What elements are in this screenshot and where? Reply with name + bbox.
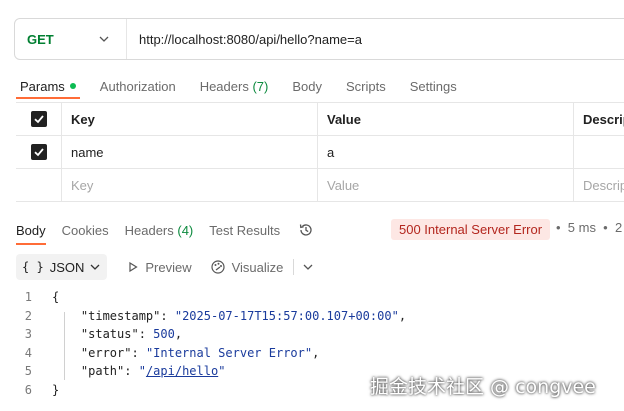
tab-body[interactable]: Body <box>292 79 322 94</box>
tab-headers-count: (7) <box>252 78 269 94</box>
new-param-description-input[interactable]: Descrip <box>574 169 624 201</box>
response-body-editor[interactable]: 1{ 2 "timestamp": "2025-07-17T15:57:00.1… <box>16 288 406 399</box>
braces-icon: { } <box>22 260 44 274</box>
json-path-link[interactable]: /api/hello <box>146 364 218 378</box>
json-quote: " <box>218 364 226 379</box>
tab-settings[interactable]: Settings <box>410 79 457 94</box>
json-value: 500 <box>153 327 175 342</box>
line-number: 5 <box>24 364 32 379</box>
tab-authorization[interactable]: Authorization <box>100 79 176 94</box>
column-header-description: Descrip <box>583 111 624 127</box>
format-select[interactable]: { } JSON <box>16 254 108 280</box>
params-header-row: Key Value Descrip <box>16 103 624 136</box>
url-input[interactable]: http://localhost:8080/api/hello?name=a <box>127 32 362 47</box>
param-key-field[interactable]: name <box>62 136 318 168</box>
json-value: "Internal Server Error" <box>145 345 313 360</box>
line-number: 1 <box>24 290 32 305</box>
tab-headers[interactable]: Headers (7) <box>200 79 269 94</box>
code-line: 4 "error": "Internal Server Error", <box>16 344 406 363</box>
json-key: "error" <box>80 345 132 360</box>
new-param-check-cell <box>16 169 62 201</box>
column-header-key: Key <box>62 103 318 135</box>
response-toolbar: { } JSON Preview Visualize <box>16 254 314 280</box>
chevron-down-icon[interactable] <box>302 261 314 273</box>
param-row: name a <box>16 136 624 169</box>
history-icon[interactable] <box>298 222 314 238</box>
param-new-row: Key Value Descrip <box>16 169 624 202</box>
method-select[interactable]: GET <box>15 19 127 59</box>
response-tab-headers[interactable]: Headers (4) <box>125 223 194 238</box>
json-key: "path" <box>80 364 125 379</box>
code-line: 1{ <box>16 288 406 307</box>
json-open-brace: { <box>52 290 60 305</box>
json-comma: , <box>174 327 183 342</box>
checkmark-icon <box>33 115 44 124</box>
json-close-brace: } <box>52 382 60 397</box>
code-line: 5 "path": "/api/hello " <box>16 362 406 381</box>
response-tab-test-results[interactable]: Test Results <box>209 223 280 238</box>
line-number: 3 <box>24 327 32 342</box>
json-comma: , <box>398 308 407 323</box>
active-tab-indicator <box>16 97 80 99</box>
line-number: 2 <box>24 308 32 323</box>
param-enabled-cell[interactable] <box>16 136 62 168</box>
new-param-key-input[interactable]: Key <box>62 169 318 201</box>
response-time[interactable]: 5 ms <box>568 220 596 235</box>
play-icon <box>129 261 139 273</box>
request-tabs: Params Authorization Headers (7) Body Sc… <box>20 76 481 96</box>
code-line: 6} <box>16 381 406 400</box>
json-key: "status" <box>80 327 139 342</box>
format-label: JSON <box>49 259 85 275</box>
json-key: "timestamp" <box>80 308 161 323</box>
tab-headers-label: Headers <box>199 78 249 94</box>
column-header-value: Value <box>318 103 574 135</box>
param-description-field[interactable] <box>574 136 624 168</box>
toolbar-divider <box>293 259 295 275</box>
response-tabs: Body Cookies Headers (4) Test Results 50… <box>16 219 624 240</box>
json-quote: " <box>138 364 146 379</box>
tab-params[interactable]: Params <box>20 79 76 94</box>
response-tab-body[interactable]: Body <box>16 223 46 238</box>
chevron-down-icon <box>90 264 100 270</box>
preview-button[interactable]: Preview <box>127 259 192 275</box>
visualize-button[interactable]: Visualize <box>210 259 284 275</box>
json-comma: , <box>312 345 320 360</box>
response-meta: • 5 ms • 2 <box>556 220 623 235</box>
select-all-checkbox[interactable] <box>30 111 47 127</box>
visualize-label: Visualize <box>231 259 284 275</box>
checkmark-icon <box>33 148 44 157</box>
chevron-down-icon <box>99 36 109 42</box>
tab-params-label: Params <box>20 78 65 94</box>
response-size[interactable]: 2 <box>615 220 622 235</box>
visualize-icon <box>211 260 225 274</box>
line-number: 6 <box>24 382 32 397</box>
watermark: 掘金技术社区 @ congvee <box>370 376 596 398</box>
status-badge[interactable]: 500 Internal Server Error <box>391 219 551 240</box>
param-value-field[interactable]: a <box>318 136 574 168</box>
preview-label: Preview <box>145 259 192 275</box>
code-line: 2 "timestamp": "2025-07-17T15:57:00.107+… <box>16 307 406 326</box>
params-table: Key Value Descrip name a Key Value Descr… <box>16 102 624 202</box>
method-label: GET <box>27 31 54 47</box>
request-url-bar: GET http://localhost:8080/api/hello?name… <box>14 18 624 60</box>
active-response-tab-indicator <box>16 243 46 245</box>
line-number: 4 <box>24 345 32 360</box>
param-enabled-checkbox[interactable] <box>30 144 47 160</box>
new-param-value-input[interactable]: Value <box>318 169 574 201</box>
response-tab-headers-label: Headers <box>124 222 174 238</box>
code-line: 3 "status": 500, <box>16 325 406 344</box>
response-tab-cookies[interactable]: Cookies <box>62 223 109 238</box>
tab-scripts[interactable]: Scripts <box>346 79 386 94</box>
response-tab-headers-count: (4) <box>177 222 194 238</box>
params-active-dot <box>69 83 76 90</box>
select-all-cell[interactable] <box>16 103 62 135</box>
json-value: "2025-07-17T15:57:00.107+00:00" <box>174 308 399 323</box>
